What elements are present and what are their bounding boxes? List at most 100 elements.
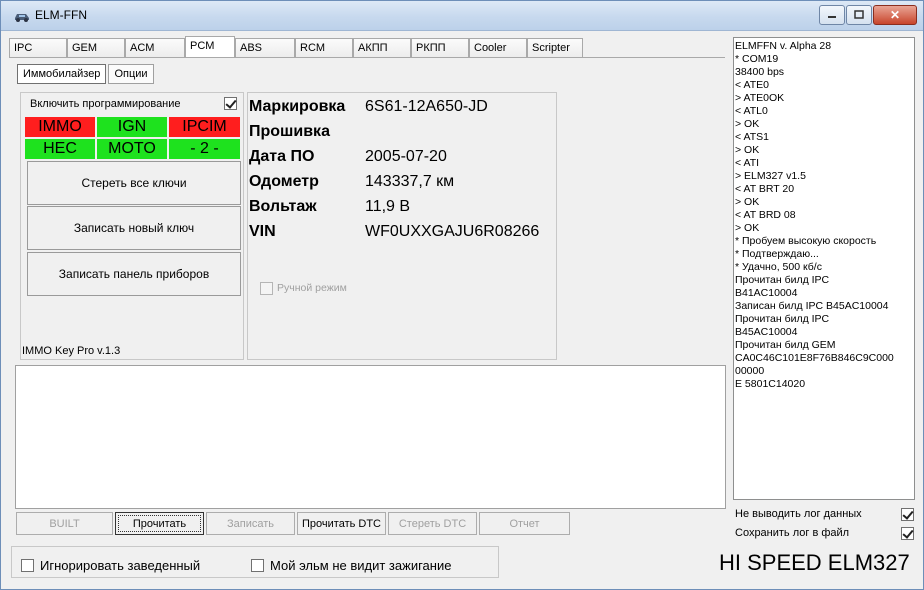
log-line: < AT BRT 20 — [735, 183, 795, 195]
log-line: E 5801C14020 — [735, 378, 806, 390]
tab-acm[interactable]: ACM — [125, 38, 185, 58]
enable-programming-checkbox[interactable] — [224, 97, 237, 110]
maximize-button[interactable] — [846, 5, 872, 25]
log-line: * Подтверждаю... — [735, 248, 819, 260]
write-new-key-button[interactable]: Записать новый ключ — [27, 206, 241, 250]
label-voltage: Вольтаж — [249, 198, 317, 215]
log-line: CA0C46C101E8F76B846C9C000 — [735, 352, 894, 364]
label-marking: Маркировка — [249, 98, 346, 115]
tab-cooler[interactable]: Cooler — [469, 38, 527, 58]
log-line: 38400 bps — [735, 66, 785, 78]
ignore-running-label: Игнорировать заведенный — [40, 558, 201, 573]
status-ipcim: IPCIM — [169, 117, 240, 137]
label-firmware: Прошивка — [249, 123, 330, 140]
pcm-subtabs: Иммобилайзер Опции — [17, 64, 156, 84]
clear-dtc-button[interactable]: Стереть DTC — [388, 512, 477, 535]
status-key-count: - 2 - — [169, 139, 240, 159]
label-sw-date: Дата ПО — [249, 148, 315, 165]
log-line: > ATE0OK — [735, 92, 785, 104]
log-line: ELMFFN v. Alpha 28 — [735, 40, 832, 52]
subtab-immobilizer[interactable]: Иммобилайзер — [17, 64, 107, 84]
log-line: Прочитан билд GEM — [735, 339, 836, 351]
car-icon — [15, 14, 29, 22]
enable-programming-label: Включить программирование — [30, 98, 181, 110]
status-ign: IGN — [97, 117, 167, 137]
output-textarea[interactable] — [15, 365, 726, 509]
value-marking: 6S61-12A650-JD — [365, 98, 488, 115]
value-voltage: 11,9 В — [365, 198, 411, 215]
status-hec: HEC — [25, 139, 95, 159]
log-line: Прочитан билд IPC — [735, 313, 830, 325]
log-line: < ATE0 — [735, 79, 769, 91]
log-line: > OK — [735, 196, 760, 208]
status-moto: MOTO — [97, 139, 167, 159]
no-ignition-label: Мой эльм не видит зажигание — [270, 558, 452, 573]
no-output-log-option[interactable]: Не выводить лог данных — [735, 508, 917, 521]
no-ignition-checkbox[interactable] — [251, 559, 264, 572]
log-line: * COM19 — [735, 53, 779, 65]
close-button[interactable]: ✕ — [873, 5, 917, 25]
title-bar[interactable]: ELM-FFN ✕ — [1, 1, 923, 31]
log-line: > OK — [735, 144, 760, 156]
save-log-option[interactable]: Сохранить лог в файл — [735, 527, 917, 540]
close-icon: ✕ — [889, 8, 901, 22]
write-button[interactable]: Записать — [206, 512, 295, 535]
manual-mode-checkbox[interactable] — [260, 282, 273, 295]
log-panel[interactable]: ELMFFN v. Alpha 28 * COM19 38400 bps < ATE0… — [733, 37, 915, 500]
client-area: IPC GEM ACM PCM ABS RCM АКПП РКПП Cooler… — [7, 32, 919, 585]
subtab-options[interactable]: Опции — [108, 64, 154, 84]
ignore-running-checkbox[interactable] — [21, 559, 34, 572]
tab-panel-border — [9, 57, 725, 58]
tab-akpp[interactable]: АКПП — [353, 38, 411, 58]
log-line: Прочитан билд IPC — [735, 274, 830, 286]
app-window: ELM-FFN ✕ IPC GEM ACM PCM ABS RCM АКПП Р… — [0, 0, 924, 590]
no-output-log-label: Не выводить лог данных — [735, 508, 862, 520]
log-line: < ATI — [735, 157, 760, 169]
minimize-icon — [828, 16, 836, 18]
module-tabs: IPC GEM ACM PCM ABS RCM АКПП РКПП Cooler… — [9, 36, 583, 58]
built-button[interactable]: BUILT — [16, 512, 113, 535]
log-line: < AT BRD 08 — [735, 209, 796, 221]
log-line: < ATL0 — [735, 105, 768, 117]
value-vin: WF0UXXGAJU6R08266 — [365, 223, 540, 240]
value-odometer: 143337,7 км — [365, 173, 455, 190]
write-cluster-button[interactable]: Записать панель приборов — [27, 252, 241, 296]
manual-mode-label: Ручной режим — [277, 282, 347, 294]
log-line: Записан билд IPC B45AC10004 — [735, 300, 889, 312]
log-line: > ELM327 v1.5 — [735, 170, 806, 182]
immo-version: IMMO Key Pro v.1.3 — [22, 345, 121, 357]
value-sw-date: 2005-07-20 — [365, 148, 447, 165]
save-log-checkbox[interactable] — [901, 527, 914, 540]
tab-scripter[interactable]: Scripter — [527, 38, 583, 58]
log-line: 00000 — [735, 365, 765, 377]
minimize-button[interactable] — [819, 5, 845, 25]
log-line: * Пробуем высокую скорость — [735, 235, 877, 247]
tab-pcm[interactable]: PCM — [185, 36, 235, 58]
report-button[interactable]: Отчет — [479, 512, 570, 535]
tab-rcm[interactable]: RCM — [295, 38, 353, 58]
tab-gem[interactable]: GEM — [67, 38, 125, 58]
connection-speed-label: HI SPEED ELM327 — [719, 550, 910, 575]
no-output-log-checkbox[interactable] — [901, 508, 914, 521]
log-line: < ATS1 — [735, 131, 769, 143]
log-line: B45AC10004 — [735, 326, 798, 338]
save-log-label: Сохранить лог в файл — [735, 527, 850, 539]
erase-all-keys-button[interactable]: Стереть все ключи — [27, 161, 241, 205]
log-line: > OK — [735, 222, 760, 234]
tab-ipc[interactable]: IPC — [9, 38, 67, 58]
label-odometer: Одометр — [249, 173, 319, 190]
log-line: * Удачно, 500 кб/с — [735, 261, 822, 273]
no-ignition-option[interactable]: Мой эльм не видит зажигание — [251, 558, 451, 573]
log-line: B41AC10004 — [735, 287, 798, 299]
tab-abs[interactable]: ABS — [235, 38, 295, 58]
status-immo: IMMO — [25, 117, 95, 137]
read-dtc-button[interactable]: Прочитать DTC — [297, 512, 386, 535]
bottom-options-group: Игнорировать заведенный Мой эльм не види… — [11, 546, 499, 578]
window-title: ELM-FFN — [35, 8, 87, 22]
maximize-icon — [854, 10, 864, 19]
label-vin: VIN — [249, 223, 276, 240]
tab-rkpp[interactable]: РКПП — [411, 38, 469, 58]
ignore-running-option[interactable]: Игнорировать заведенный — [21, 558, 200, 573]
log-line: > OK — [735, 118, 760, 130]
read-button[interactable]: Прочитать — [115, 512, 204, 535]
